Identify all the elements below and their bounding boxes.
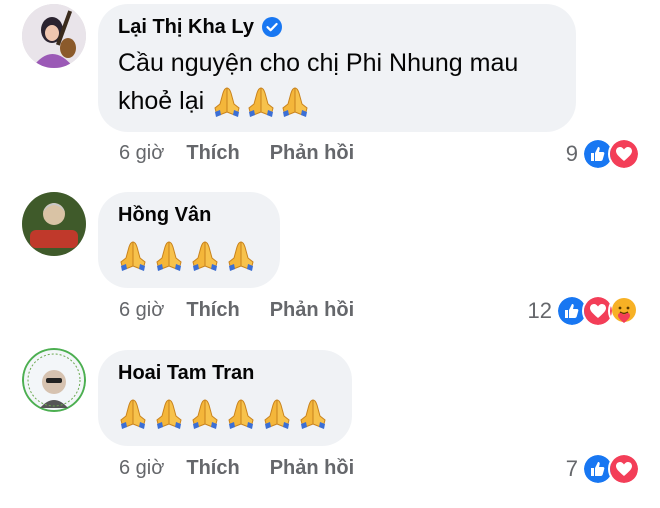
pray-icon — [190, 238, 220, 272]
avatar[interactable] — [22, 348, 86, 412]
comment-actions: 6 giờ Thích Phản hồi — [119, 299, 354, 322]
pray-icon — [298, 396, 328, 430]
comment-bubble: Lại Thị Kha Ly Cầu nguyện cho chị Phi Nh… — [98, 4, 576, 132]
pray-icon — [118, 396, 148, 430]
comment-bubble: Hoai Tam Tran — [98, 350, 352, 446]
care-icon — [608, 295, 640, 327]
reaction-count: 9 — [565, 141, 578, 166]
like-button[interactable]: Thích — [186, 299, 239, 322]
avatar[interactable] — [22, 192, 86, 256]
comment-bubble: Hồng Vân — [98, 192, 280, 288]
pray-icon — [154, 238, 184, 272]
reaction-summary[interactable]: 9 — [566, 138, 640, 170]
pray-icon — [226, 238, 256, 272]
comment-actions: 6 giờ Thích Phản hồi — [119, 142, 354, 165]
pray-icon — [262, 396, 292, 430]
reply-button[interactable]: Phản hồi — [270, 142, 354, 165]
comment-text: Cầu nguyện cho chị Phi Nhung mau khoẻ lạ… — [118, 44, 556, 120]
verified-badge-icon — [261, 17, 282, 37]
pray-icon — [212, 84, 242, 118]
love-icon — [608, 453, 640, 485]
comment-time[interactable]: 6 giờ — [119, 299, 164, 322]
love-icon — [608, 138, 640, 170]
author-name[interactable]: Lại Thị Kha Ly — [118, 14, 254, 40]
pray-icon — [118, 238, 148, 272]
like-button[interactable]: Thích — [186, 457, 239, 480]
comment-time[interactable]: 6 giờ — [119, 142, 164, 165]
comment-actions: 6 giờ Thích Phản hồi — [119, 457, 354, 480]
reaction-count: 12 — [527, 298, 552, 323]
pray-icon — [246, 84, 276, 118]
avatar[interactable] — [22, 4, 86, 68]
reaction-summary[interactable]: 12 — [528, 295, 640, 327]
pray-icon — [154, 396, 184, 430]
reply-button[interactable]: Phản hồi — [270, 457, 354, 480]
pray-emojis — [118, 396, 332, 430]
like-button[interactable]: Thích — [186, 142, 239, 165]
author-name[interactable]: Hồng Vân — [118, 202, 211, 228]
reaction-count: 7 — [565, 456, 578, 481]
reply-button[interactable]: Phản hồi — [270, 299, 354, 322]
reaction-summary[interactable]: 7 — [566, 453, 640, 485]
pray-icon — [190, 396, 220, 430]
comment-time[interactable]: 6 giờ — [119, 457, 164, 480]
pray-emojis — [212, 84, 310, 118]
pray-icon — [226, 396, 256, 430]
pray-emojis — [118, 238, 260, 272]
author-name[interactable]: Hoai Tam Tran — [118, 360, 254, 386]
pray-icon — [280, 84, 310, 118]
